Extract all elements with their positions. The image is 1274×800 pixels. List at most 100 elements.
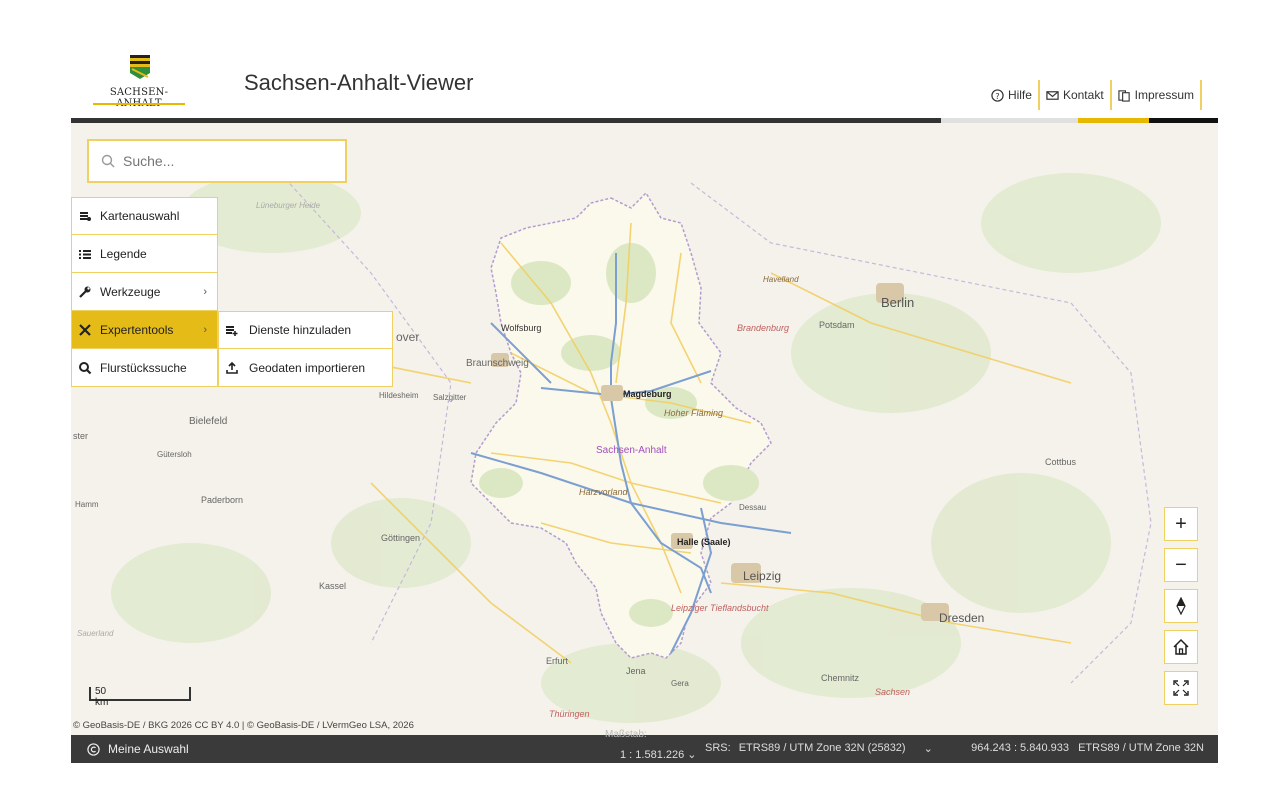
menu-label-parcel-search: Flurstückssuche xyxy=(100,360,187,375)
menu-label-map-selection: Kartenauswahl xyxy=(100,209,180,223)
srs-value: ETRS89 / UTM Zone 32N (25832) xyxy=(738,742,906,754)
menu-item-expert-tools[interactable]: Expertentools › xyxy=(71,311,218,349)
map-label-hildesheim: Hildesheim xyxy=(379,391,419,400)
contact-label: Kontakt xyxy=(1062,88,1104,102)
menu-label-expert-tools: Expertentools xyxy=(100,322,174,337)
map-label-hannover: over xyxy=(396,330,420,344)
srs-select[interactable]: SRS: ETRS89 / UTM Zone 32N (25832) ⌄ xyxy=(705,742,933,755)
map-label-halle: Halle (Saale) xyxy=(677,537,731,547)
state-logo[interactable]: SACHSEN-ANHALT xyxy=(89,53,189,109)
coordinates-readout: 964.243 : 5.840.933 ETRS89 / UTM Zone 32… xyxy=(971,742,1204,754)
chevron-down-icon: ⌄ xyxy=(687,749,697,761)
map-label-paderborn: Paderborn xyxy=(201,495,244,505)
menu-item-map-selection[interactable]: Kartenauswahl xyxy=(71,197,218,235)
map-label-harzvorland: Harzvorland xyxy=(579,487,628,497)
menu-item-legend[interactable]: Legende xyxy=(71,235,218,273)
copyright-icon xyxy=(87,742,100,756)
map-label-ster: ster xyxy=(73,431,89,441)
map-label-hoher-flaeming: Hoher Fläming xyxy=(664,408,724,418)
coat-of-arms-icon xyxy=(130,55,150,79)
chevron-down-icon: ⌄ xyxy=(923,743,933,755)
help-icon: ? xyxy=(991,88,1004,102)
imprint-icon xyxy=(1118,89,1130,102)
map-label-potsdam: Potsdam xyxy=(819,320,855,330)
map-label-gera: Gera xyxy=(671,679,689,688)
status-footer: Meine Auswahl Maßstab: 1 : 1.581.226 ⌄ S… xyxy=(71,729,1218,763)
srs-label: SRS: xyxy=(705,742,731,754)
my-selection-button[interactable]: Meine Auswahl xyxy=(87,742,189,756)
map-label-chemnitz: Chemnitz xyxy=(821,673,860,683)
help-label: Hilfe xyxy=(1007,88,1032,102)
map-label-bielefeld: Bielefeld xyxy=(189,416,228,427)
compass-button[interactable] xyxy=(1164,589,1198,623)
coordinates-value: 964.243 : 5.840.933 xyxy=(971,742,1069,754)
upload-icon xyxy=(226,361,238,374)
map-label-dessau: Dessau xyxy=(739,503,767,512)
menu-item-tools[interactable]: Werkzeuge › xyxy=(71,273,218,311)
map-label-lueneburger-heide: Lüneburger Heide xyxy=(256,201,321,210)
imprint-link[interactable]: Impressum xyxy=(1112,80,1202,110)
home-icon xyxy=(1173,638,1189,655)
chevron-right-icon: › xyxy=(203,323,207,336)
map-label-braunschweig: Braunschweig xyxy=(466,358,529,369)
map-label-berlin: Berlin xyxy=(881,295,915,310)
coordinates-srs: ETRS89 / UTM Zone 32N xyxy=(1078,742,1204,754)
search-box[interactable] xyxy=(87,139,347,183)
logo-underline xyxy=(93,103,185,105)
map-label-sachsen: Sachsen xyxy=(875,687,911,697)
home-button[interactable] xyxy=(1164,630,1198,664)
map-label-leipziger-tieflandsbucht: Leipziger Tieflandsbucht xyxy=(671,603,769,613)
map-label-leipzig: Leipzig xyxy=(743,569,782,583)
map-label-kassel: Kassel xyxy=(319,581,347,591)
side-menu: Kartenauswahl Legende Werkzeuge › Expert… xyxy=(71,197,218,387)
menu-label-legend: Legende xyxy=(100,246,147,261)
map-label-jena: Jena xyxy=(626,666,646,676)
map-label-sauerland: Sauerland xyxy=(77,629,114,638)
menu-item-parcel-search[interactable]: Flurstückssuche xyxy=(71,349,218,387)
map-label-thueringen: Thüringen xyxy=(549,709,590,719)
map-label-sachsen-anhalt: Sachsen-Anhalt xyxy=(596,445,667,456)
map-base-layer xyxy=(71,123,1218,735)
chevron-right-icon: › xyxy=(203,285,207,298)
search-input[interactable] xyxy=(121,152,325,170)
fullscreen-button[interactable] xyxy=(1164,671,1198,705)
map-label-hamm: Hamm xyxy=(75,500,99,509)
search-icon xyxy=(101,154,115,168)
zoom-in-button[interactable]: + xyxy=(1164,507,1198,541)
help-link[interactable]: ? Hilfe xyxy=(985,80,1040,110)
zoom-out-button[interactable]: − xyxy=(1164,548,1198,582)
map-controls: + − xyxy=(1164,507,1200,712)
expert-tools-submenu: Dienste hinzuladen Geodaten importieren xyxy=(218,311,393,387)
submenu-item-import-geodata[interactable]: Geodaten importieren xyxy=(218,349,393,387)
map-label-brandenburg: Brandenburg xyxy=(737,323,790,333)
map-canvas[interactable]: Berlin Leipzig Dresden Magdeburg Halle (… xyxy=(71,123,1218,735)
submenu-label-import-geodata: Geodaten importieren xyxy=(249,360,366,375)
map-label-goettingen: Göttingen xyxy=(381,533,421,543)
magnifier-icon xyxy=(79,361,92,374)
map-label-magdeburg: Magdeburg xyxy=(623,389,672,399)
scale-title: Maßstab: xyxy=(605,729,647,740)
my-selection-label: Meine Auswahl xyxy=(108,742,189,756)
scale-select[interactable]: 1 : 1.581.226 ⌄ xyxy=(620,748,697,761)
submenu-item-add-services[interactable]: Dienste hinzuladen xyxy=(218,311,393,349)
scale-value: 1 : 1.581.226 xyxy=(620,749,685,761)
map-label-wolfsburg: Wolfsburg xyxy=(501,323,542,333)
map-label-salzgitter: Salzgitter xyxy=(433,393,467,402)
layers-icon xyxy=(80,212,91,221)
wrench-icon xyxy=(79,286,91,298)
map-label-havelland: Havelland xyxy=(763,275,799,284)
logo-text: SACHSEN-ANHALT xyxy=(109,87,169,109)
menu-label-tools: Werkzeuge xyxy=(100,284,161,299)
map-label-cottbus: Cottbus xyxy=(1045,457,1077,467)
mail-icon xyxy=(1046,90,1059,100)
contact-link[interactable]: Kontakt xyxy=(1040,80,1112,110)
map-attribution: © GeoBasis-DE / BKG 2026 CC BY 4.0 | © G… xyxy=(73,720,414,731)
compass-icon xyxy=(1176,597,1186,615)
imprint-label: Impressum xyxy=(1134,88,1194,102)
header-links: ? Hilfe Kontakt Impressum xyxy=(985,80,1202,110)
map-label-erfurt: Erfurt xyxy=(546,656,569,666)
svg-text:?: ? xyxy=(995,90,999,100)
map-label-dresden: Dresden xyxy=(939,611,985,625)
scale-bar-label: 50 km xyxy=(95,686,109,708)
add-layer-icon xyxy=(226,326,238,336)
